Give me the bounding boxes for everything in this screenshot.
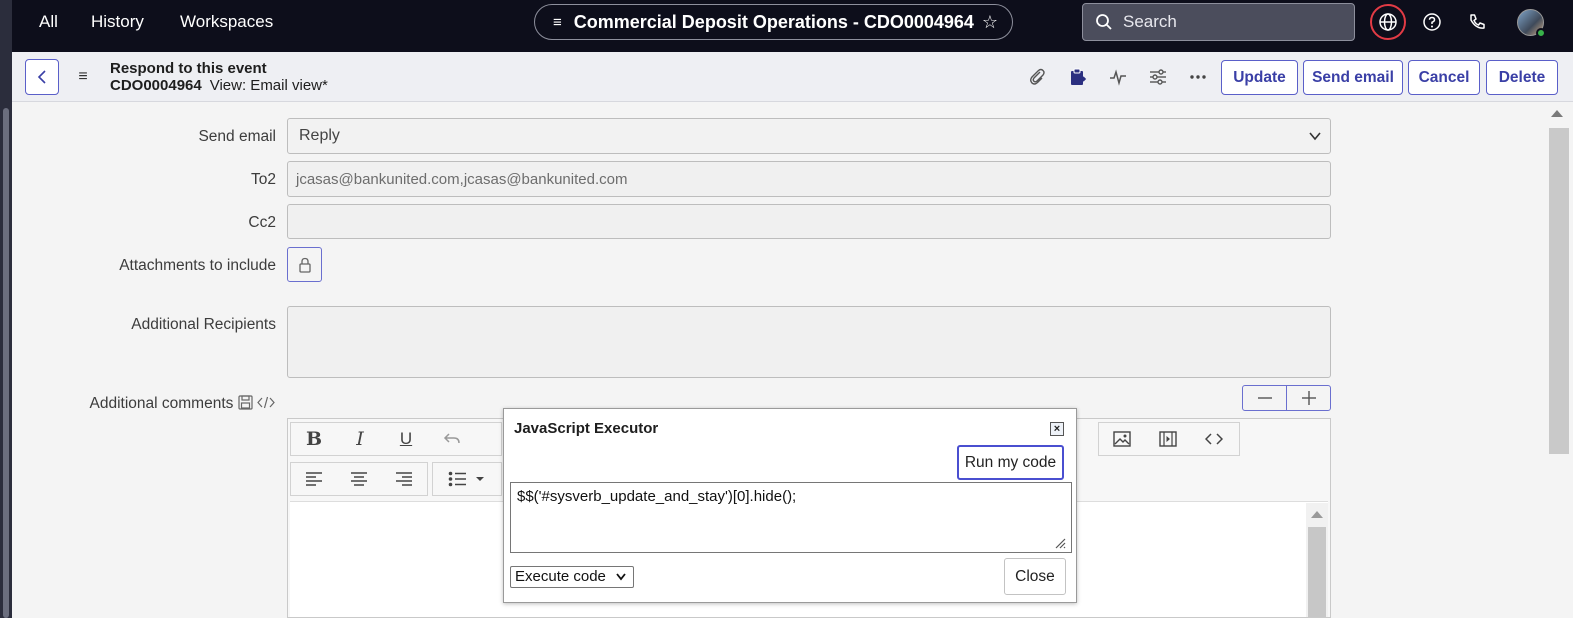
left-edge-handle bbox=[3, 108, 9, 618]
additional-recipients-field[interactable] bbox=[287, 306, 1331, 378]
record-title-pill[interactable]: ≡ Commercial Deposit Operations - CDO000… bbox=[534, 4, 1013, 40]
presence-indicator bbox=[1536, 28, 1546, 38]
nav-workspaces[interactable]: Workspaces bbox=[180, 0, 273, 52]
chevron-left-icon bbox=[37, 70, 46, 84]
additional-comments-row: Additional comments bbox=[90, 395, 276, 413]
cc-field[interactable] bbox=[287, 204, 1331, 239]
form-title: Respond to this event bbox=[110, 60, 267, 77]
scrollbar-thumb[interactable] bbox=[1549, 128, 1569, 454]
scroll-up-arrow-icon[interactable] bbox=[1551, 110, 1563, 117]
attachments-lock-button[interactable] bbox=[287, 247, 322, 282]
search-icon bbox=[1096, 14, 1112, 30]
form-menu-icon[interactable]: ≡ bbox=[74, 66, 92, 88]
editor-scroll-thumb[interactable] bbox=[1308, 527, 1326, 617]
send-email-button[interactable]: Send email bbox=[1303, 60, 1403, 95]
toolbar-group-list bbox=[432, 462, 502, 496]
bullet-list-icon[interactable] bbox=[433, 463, 501, 495]
settings-sliders-icon[interactable] bbox=[1146, 65, 1170, 89]
record-number: CDO0004964 bbox=[110, 77, 202, 94]
image-icon[interactable] bbox=[1099, 423, 1145, 455]
update-button[interactable]: Update bbox=[1221, 60, 1298, 95]
minus-icon bbox=[1257, 397, 1272, 399]
expand-editor-button[interactable] bbox=[1287, 386, 1330, 410]
close-icon[interactable]: × bbox=[1050, 422, 1064, 436]
list-icon: ≡ bbox=[553, 13, 562, 31]
globe-icon[interactable] bbox=[1370, 4, 1406, 40]
phone-icon[interactable] bbox=[1459, 4, 1495, 40]
close-dialog-button[interactable]: Close bbox=[1004, 558, 1066, 595]
to-label: To2 bbox=[251, 171, 276, 188]
save-icon[interactable] bbox=[238, 395, 253, 410]
cancel-button[interactable]: Cancel bbox=[1408, 60, 1480, 95]
left-edge-strip bbox=[0, 0, 12, 618]
nav-history[interactable]: History bbox=[91, 0, 144, 52]
page-scrollbar[interactable] bbox=[1545, 102, 1573, 618]
lock-icon bbox=[298, 257, 311, 273]
javascript-executor-dialog: JavaScript Executor × Run my code $$('#s… bbox=[503, 408, 1077, 603]
star-icon[interactable]: ☆ bbox=[982, 12, 998, 33]
run-my-code-button[interactable]: Run my code bbox=[957, 445, 1064, 480]
help-icon[interactable] bbox=[1414, 4, 1450, 40]
plus-icon bbox=[1301, 391, 1316, 405]
code-textarea[interactable]: $$('#sysverb_update_and_stay')[0].hide()… bbox=[510, 482, 1072, 553]
record-title: Commercial Deposit Operations - CDO00049… bbox=[573, 11, 974, 32]
send-email-select[interactable]: Reply bbox=[287, 118, 1331, 154]
toolbar-group-media bbox=[1098, 422, 1240, 456]
chevron-down-icon bbox=[1309, 132, 1321, 141]
additional-recipients-label: Additional Recipients bbox=[131, 316, 276, 333]
search-input[interactable] bbox=[1123, 12, 1323, 32]
shrink-editor-button[interactable] bbox=[1243, 386, 1287, 410]
align-center-icon[interactable] bbox=[336, 463, 381, 495]
activity-icon[interactable] bbox=[1106, 65, 1130, 89]
additional-comments-label: Additional comments bbox=[89, 395, 234, 412]
user-avatar[interactable] bbox=[1517, 9, 1546, 38]
dialog-title: JavaScript Executor bbox=[514, 420, 659, 437]
send-email-value: Reply bbox=[299, 127, 340, 144]
form-header: ≡ Respond to this event CDO0004964 View: … bbox=[12, 52, 1573, 102]
editor-scrollbar[interactable] bbox=[1306, 503, 1328, 617]
toolbar-group-format: B I U bbox=[290, 422, 502, 456]
view-label: View: Email view* bbox=[209, 77, 328, 94]
send-email-label: Send email bbox=[198, 128, 276, 145]
align-left-icon[interactable] bbox=[291, 463, 336, 495]
nav-all[interactable]: All bbox=[39, 0, 58, 52]
back-button[interactable] bbox=[25, 59, 59, 95]
execute-mode-select[interactable]: Execute code bbox=[510, 566, 634, 588]
editor-scroll-up-icon[interactable] bbox=[1311, 511, 1323, 518]
top-navigation-bar: All History Workspaces ≡ Commercial Depo… bbox=[12, 0, 1573, 52]
paperclip-icon[interactable] bbox=[1025, 65, 1049, 89]
bold-icon[interactable]: B bbox=[291, 423, 337, 455]
attachments-label: Attachments to include bbox=[119, 257, 276, 274]
resize-grip-icon[interactable] bbox=[1054, 537, 1066, 549]
chevron-down-icon bbox=[616, 573, 626, 581]
toolbar-group-align bbox=[290, 462, 428, 496]
align-right-icon[interactable] bbox=[382, 463, 427, 495]
underline-icon[interactable]: U bbox=[383, 423, 429, 455]
more-icon[interactable] bbox=[1186, 65, 1210, 89]
editor-size-controls bbox=[1242, 385, 1331, 411]
execute-mode-value: Execute code bbox=[515, 568, 606, 585]
clipboard-icon[interactable] bbox=[1066, 65, 1090, 89]
video-icon[interactable] bbox=[1145, 423, 1191, 455]
global-search[interactable] bbox=[1082, 3, 1355, 41]
undo-icon[interactable] bbox=[429, 423, 475, 455]
code-icon[interactable] bbox=[257, 396, 275, 409]
delete-button[interactable]: Delete bbox=[1486, 60, 1558, 95]
source-code-icon[interactable] bbox=[1191, 423, 1237, 455]
form-subtitle: CDO0004964 View: Email view* bbox=[110, 77, 328, 94]
to-field[interactable]: jcasas@bankunited.com,jcasas@bankunited.… bbox=[287, 161, 1331, 197]
cc-label: Cc2 bbox=[248, 214, 276, 231]
italic-icon[interactable]: I bbox=[337, 423, 383, 455]
